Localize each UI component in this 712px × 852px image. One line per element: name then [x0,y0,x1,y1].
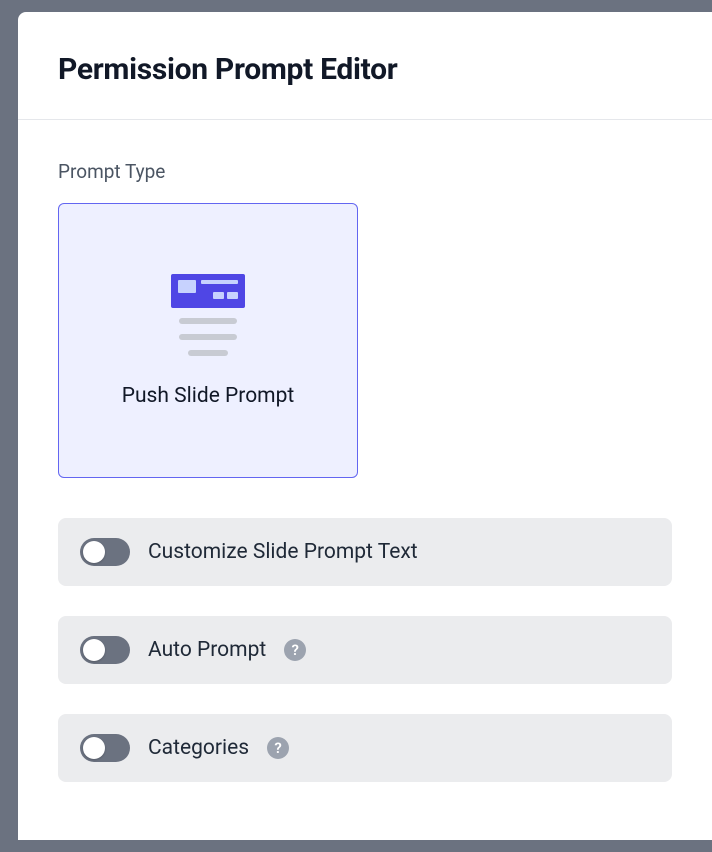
customize-slide-prompt-text-row: Customize Slide Prompt Text [58,518,672,586]
prompt-type-label: Prompt Type [58,160,672,183]
modal-body: Prompt Type Push Slide Prom [18,120,712,840]
categories-toggle[interactable] [80,734,130,762]
slide-prompt-visual [171,274,245,308]
push-slide-prompt-card[interactable]: Push Slide Prompt [58,203,358,478]
auto-prompt-label: Auto Prompt [148,638,266,662]
categories-label: Categories [148,736,249,760]
customize-slide-prompt-label: Customize Slide Prompt Text [148,540,418,564]
prompt-card-label: Push Slide Prompt [122,384,295,408]
help-icon[interactable]: ? [267,737,289,759]
modal-title: Permission Prompt Editor [58,52,672,87]
auto-prompt-row: Auto Prompt ? [58,616,672,684]
slide-prompt-icon [171,274,245,356]
customize-slide-prompt-toggle[interactable] [80,538,130,566]
categories-row: Categories ? [58,714,672,782]
auto-prompt-toggle[interactable] [80,636,130,664]
permission-prompt-editor-modal: Permission Prompt Editor Prompt Type [18,12,712,840]
help-icon[interactable]: ? [284,639,306,661]
modal-header: Permission Prompt Editor [18,12,712,120]
